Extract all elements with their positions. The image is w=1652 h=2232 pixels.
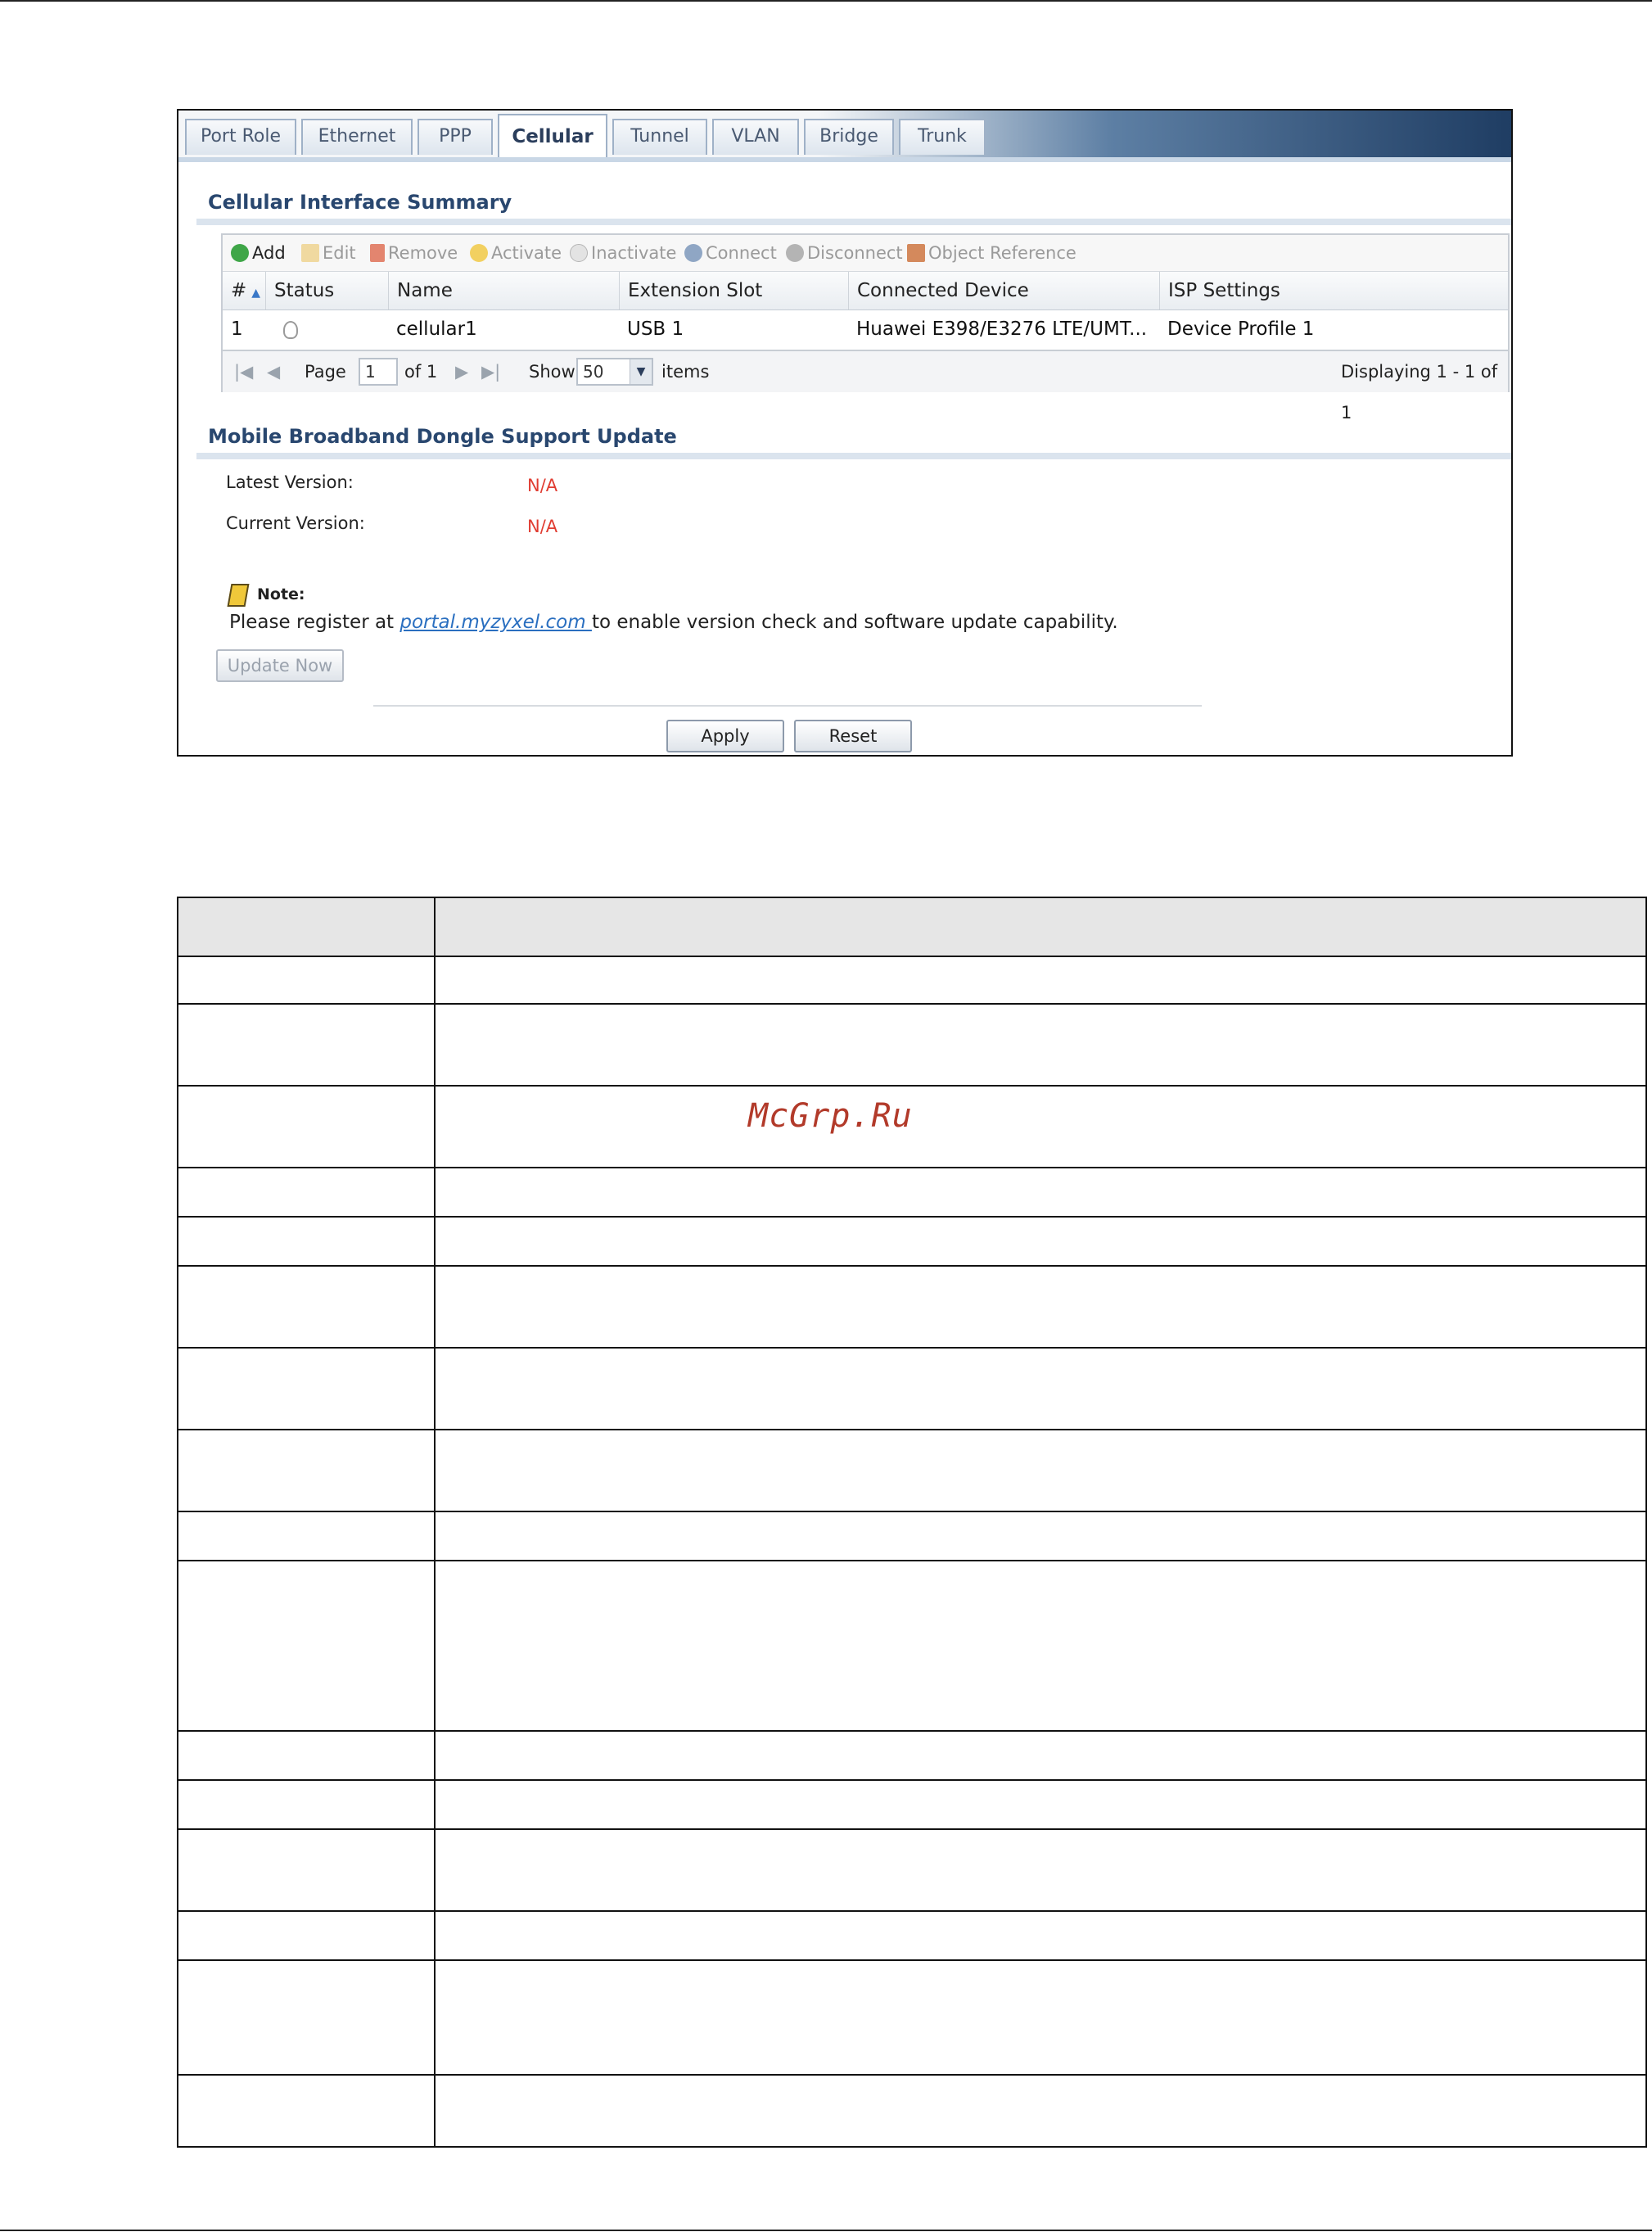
add-button[interactable]: Add [231,242,286,264]
table-row [177,1828,1647,1910]
table-row [177,1216,1647,1265]
object-reference-icon [907,244,925,262]
tab-vlan[interactable]: VLAN [712,119,799,155]
add-icon [231,244,249,262]
tab-bar: Port Role Ethernet PPP Cellular Tunnel V… [178,111,1511,160]
bulb-on-icon [470,244,488,262]
bulb-inactive-icon [283,321,298,339]
tab-bar-underline [178,157,1511,162]
table-row [177,1511,1647,1560]
row-connected-device: Huawei E398/E3276 LTE/UMT... [856,319,1148,340]
first-page-icon[interactable]: |◀ [234,351,253,392]
edit-icon [301,244,319,262]
button-divider [373,705,1202,707]
latest-version-value: N/A [527,476,558,495]
bulb-off-icon [570,244,588,262]
apply-button[interactable]: Apply [666,720,784,752]
tab-trunk[interactable]: Trunk [899,119,986,155]
dongle-update-title: Mobile Broadband Dongle Support Update [208,425,677,448]
disconnect-button[interactable]: Disconnect [786,242,903,264]
object-reference-button[interactable]: Object Reference [907,242,1077,264]
note-label: Note: [257,585,305,603]
table-row[interactable]: 1 cellular1 USB 1 Huawei E398/E3276 LTE/… [223,310,1508,348]
row-index: 1 [231,319,243,340]
table-row [177,1959,1647,2074]
show-label: Show [529,362,575,382]
watermark: McGrp.Ru [748,1097,913,1135]
edit-button[interactable]: Edit [301,242,356,264]
col-connected-device[interactable]: Connected Device [848,272,1159,309]
grid-header: # ▲ Status Name Extension Slot Connected … [223,271,1508,311]
col-extension-slot[interactable]: Extension Slot [619,272,848,309]
connect-icon [684,244,702,262]
chevron-down-icon: ▼ [630,359,652,384]
table-header-row [177,897,1647,956]
page-input[interactable]: 1 [359,358,398,386]
current-version-label: Current Version: [226,513,365,533]
cellular-interface-grid: Add Edit Remove Activate Inactivate Conn… [221,233,1510,422]
latest-version-label: Latest Version: [226,472,354,492]
items-label: items [661,362,710,382]
tab-ppp[interactable]: PPP [418,119,493,155]
inactivate-button[interactable]: Inactivate [570,242,676,264]
tab-cellular[interactable]: Cellular [498,114,607,160]
field-description-table [177,897,1647,2151]
table-row [177,1265,1647,1347]
section-rule [196,219,1511,225]
items-per-page-select[interactable]: 50 ▼ [576,358,653,386]
page-bottom-rule [0,2230,1652,2231]
cellular-summary-title: Cellular Interface Summary [208,191,512,214]
note-text: Please register at portal.myzyxel.com to… [229,612,1118,633]
grid-toolbar: Add Edit Remove Activate Inactivate Conn… [223,235,1508,271]
row-extension-slot: USB 1 [627,319,684,340]
remove-button[interactable]: Remove [370,242,458,264]
page-top-rule [0,0,1652,2]
table-row [177,1429,1647,1511]
last-page-icon[interactable]: ▶| [481,351,500,392]
table-row [177,1730,1647,1779]
tab-bridge[interactable]: Bridge [804,119,894,155]
col-name[interactable]: Name [388,272,619,309]
tab-tunnel[interactable]: Tunnel [612,119,707,155]
section-rule [196,453,1511,459]
col-isp-settings[interactable]: ISP Settings [1159,272,1508,309]
table-row [177,1779,1647,1828]
grid-pager: |◀ ◀ Page 1 of 1 ▶ ▶| Show 50 ▼ items Di… [223,350,1508,422]
table-row [177,1003,1647,1085]
disconnect-icon [786,244,804,262]
page-of-label: of 1 [404,362,438,382]
cellular-config-screenshot: Port Role Ethernet PPP Cellular Tunnel V… [177,109,1513,757]
current-version-value: N/A [527,517,558,536]
table-row [177,956,1647,1003]
activate-button[interactable]: Activate [470,242,562,264]
update-now-button[interactable]: Update Now [216,649,344,682]
tab-port-role[interactable]: Port Role [185,119,296,155]
connect-button[interactable]: Connect [684,242,777,264]
col-index[interactable]: # ▲ [223,272,265,309]
page-label: Page [305,362,346,382]
table-row [177,2074,1647,2148]
row-name: cellular1 [396,319,477,340]
row-isp-settings: Device Profile 1 [1167,319,1315,340]
table-row [177,1910,1647,1959]
displaying-count: Displaying 1 - 1 of 1 [1341,362,1498,422]
note-icon [227,584,250,607]
tab-ethernet[interactable]: Ethernet [301,119,413,155]
prev-page-icon[interactable]: ◀ [267,351,280,392]
col-status[interactable]: Status [265,272,388,309]
table-row [177,1347,1647,1429]
table-row [177,1167,1647,1216]
next-page-icon[interactable]: ▶ [455,351,468,392]
table-row [177,1560,1647,1730]
row-status [265,310,388,348]
trash-icon [370,244,385,262]
portal-link[interactable]: portal.myzyxel.com [399,612,592,633]
sort-asc-icon: ▲ [251,287,261,300]
reset-button[interactable]: Reset [794,720,912,752]
